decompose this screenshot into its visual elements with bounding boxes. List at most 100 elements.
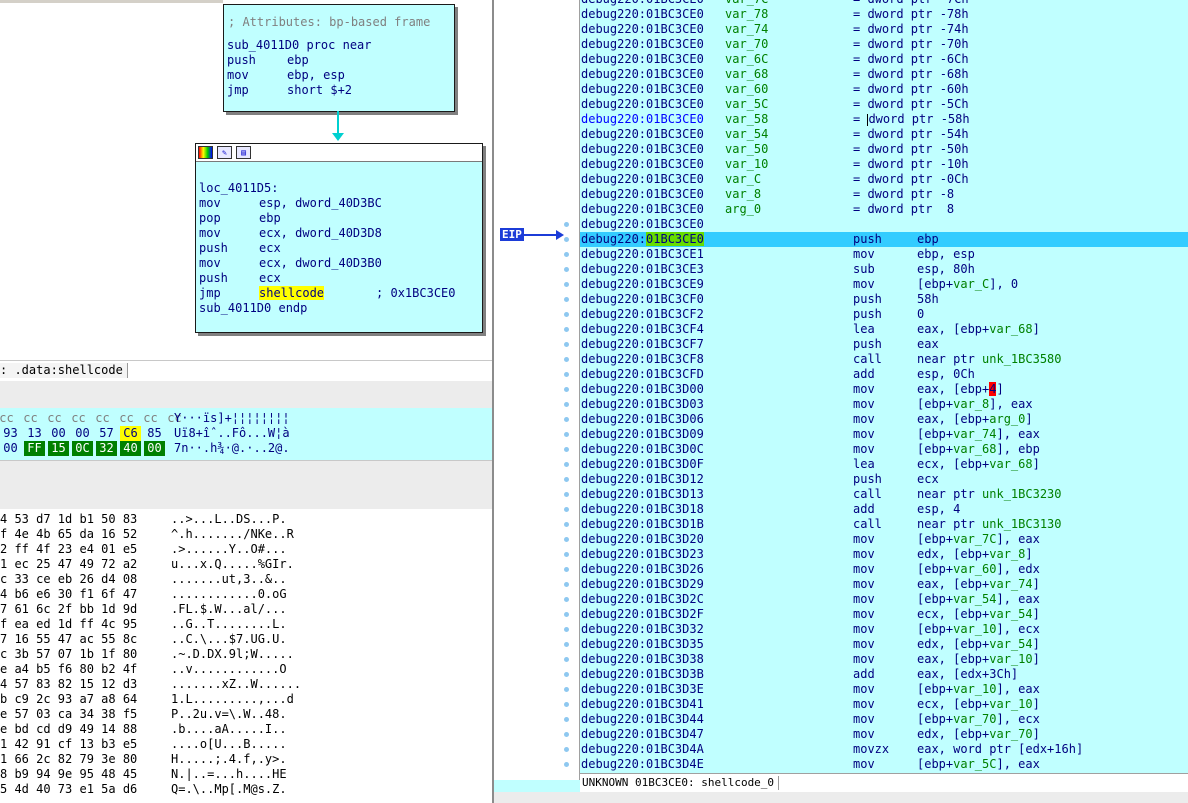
listing-row[interactable]: debug220:01BC3CE3 sub esp, 80h [580, 262, 1188, 277]
hex-byte[interactable]: 13 [24, 426, 45, 441]
breakpoint-dot[interactable] [564, 267, 569, 272]
breakpoint-dot[interactable] [564, 492, 569, 497]
hex-byte[interactable]: 40 [120, 441, 141, 456]
listing-row[interactable]: debug220:01BC3CE0 arg_0 = dword ptr 8 [580, 202, 1188, 217]
listing-row[interactable]: debug220:01BC3D44 mov [ebp+var_70], ecx [580, 712, 1188, 727]
breakpoint-dot[interactable] [564, 327, 569, 332]
breakpoint-dot[interactable] [564, 342, 569, 347]
listing-row[interactable]: debug220:01BC3D41 mov ecx, [ebp+var_10] [580, 697, 1188, 712]
breakpoint-dot[interactable] [564, 282, 569, 287]
listing-row[interactable]: debug220:01BC3CE0 var_54 = dword ptr -54h [580, 127, 1188, 142]
breakpoint-dot[interactable] [564, 717, 569, 722]
breakpoint-dot[interactable] [564, 387, 569, 392]
listing-row[interactable]: debug220:01BC3D47 mov edx, [ebp+var_70] [580, 727, 1188, 742]
breakpoint-dot[interactable] [564, 552, 569, 557]
breakpoint-dot[interactable] [564, 657, 569, 662]
listing[interactable]: debug220:01BC3CE0var_7C= dword ptr -7Ch d… [580, 0, 1188, 772]
listing-row[interactable]: debug220:01BC3D2F mov ecx, [ebp+var_54] [580, 607, 1188, 622]
listing-row[interactable]: debug220:01BC3CE9 mov [ebp+var_C], 0 [580, 277, 1188, 292]
listing-row[interactable]: debug220:01BC3CE0 var_5C = dword ptr -5Ch [580, 97, 1188, 112]
listing-row[interactable]: debug220:01BC3CFD add esp, 0Ch [580, 367, 1188, 382]
stack-variable[interactable]: var_70 [725, 37, 768, 52]
hex-byte[interactable]: 00 [72, 426, 93, 441]
breakpoint-dot[interactable] [564, 537, 569, 542]
breakpoint-dot[interactable] [564, 702, 569, 707]
listing-row[interactable]: debug220:01BC3D29 mov eax, [ebp+var_74] [580, 577, 1188, 592]
stack-variable[interactable]: var_74 [725, 22, 768, 37]
breakpoint-dot[interactable] [564, 597, 569, 602]
breakpoint-dot[interactable] [564, 507, 569, 512]
hex-byte[interactable]: FF [24, 441, 45, 456]
listing-row[interactable]: debug220:01BC3D12 push ecx [580, 472, 1188, 487]
listing-row[interactable]: debug220:01BC3CF7 push eax [580, 337, 1188, 352]
hex-byte[interactable]: 15 [48, 441, 69, 456]
segment-location[interactable]: : .data:shellcode [0, 363, 128, 378]
listing-row[interactable]: debug220:01BC3D20 mov [ebp+var_7C], eax [580, 532, 1188, 547]
listing-row[interactable]: debug220:01BC3D4A movzx eax, word ptr [edx… [580, 742, 1188, 757]
breakpoint-dot[interactable] [564, 252, 569, 257]
hex-byte[interactable]: cc [140, 411, 161, 426]
listing-row[interactable]: debug220:01BC3CE0 [580, 217, 1188, 232]
stack-variable[interactable]: var_58 [725, 112, 768, 127]
listing-row[interactable]: debug220:01BC3D0C mov [ebp+var_68], ebp [580, 442, 1188, 457]
graph-node-sub-4011d0[interactable]: ; Attributes: bp-based frame sub_4011D0 … [223, 4, 455, 112]
edit-node-icon[interactable]: ✎ [217, 146, 232, 159]
stack-variable[interactable]: arg_0 [725, 202, 761, 217]
breakpoint-dot[interactable] [564, 237, 569, 242]
stack-variable[interactable]: var_8 [725, 187, 761, 202]
hex-byte[interactable]: cc [20, 411, 41, 426]
shellcode-link[interactable]: shellcode [259, 286, 325, 300]
breakpoint-dot[interactable] [564, 762, 569, 767]
listing-row[interactable]: debug220:01BC3D4E mov [ebp+var_5C], eax [580, 757, 1188, 772]
listing-row[interactable]: debug220:01BC3D00 mov eax, [ebp+4] [580, 382, 1188, 397]
listing-row[interactable]: debug220:01BC3CF2 push 0 [580, 307, 1188, 322]
breakpoint-dot[interactable] [564, 402, 569, 407]
listing-row[interactable]: debug220:01BC3CE0 var_50 = dword ptr -50h [580, 142, 1188, 157]
stack-variable[interactable]: var_50 [725, 142, 768, 157]
hex-byte[interactable]: 0C [72, 441, 93, 456]
listing-row[interactable]: debug220:01BC3D13 call near ptr unk_1BC323… [580, 487, 1188, 502]
breakpoint-dot[interactable] [564, 477, 569, 482]
listing-row[interactable]: debug220:01BC3CF0 push 58h [580, 292, 1188, 307]
breakpoint-dot[interactable] [564, 462, 569, 467]
hex-byte[interactable]: 93 [0, 426, 21, 441]
breakpoint-dot[interactable] [564, 642, 569, 647]
color-palette-icon[interactable] [198, 146, 213, 159]
listing-row[interactable]: debug220:01BC3CE0 var_10 = dword ptr -10h [580, 157, 1188, 172]
hex-view-shellcode[interactable]: cc cc cc cc cc cc cc cc Y···ïs]+¦¦¦¦¦¦¦¦ 93 13 00 00… [0, 408, 492, 460]
breakpoint-dot[interactable] [564, 297, 569, 302]
listing-row[interactable]: debug220:01BC3D3E mov [ebp+var_10], eax [580, 682, 1188, 697]
listing-row[interactable]: debug220:01BC3D1B call near ptr unk_1BC313… [580, 517, 1188, 532]
breakpoint-dot[interactable] [564, 357, 569, 362]
stack-variable[interactable]: var_6C [725, 52, 768, 67]
hex-byte[interactable]: 32 [96, 441, 117, 456]
listing-row[interactable]: debug220:01BC3CE0 var_68 = dword ptr -68h [580, 67, 1188, 82]
listing-row[interactable]: debug220:01BC3D35 mov edx, [ebp+var_54] [580, 637, 1188, 652]
listing-row[interactable]: debug220:01BC3D18 add esp, 4 [580, 502, 1188, 517]
listing-row[interactable]: debug220:01BC3CE0 var_7C = dword ptr -7Ch [580, 0, 1188, 7]
hex-byte[interactable]: 00 [0, 441, 21, 456]
breakpoint-dot[interactable] [564, 627, 569, 632]
listing-row[interactable]: debug220:01BC3CE0 var_70 = dword ptr -70h [580, 37, 1188, 52]
hex-view-dump[interactable]: 4 53 d7 1d b1 50 83 ..>...L..DS...P. f 4e … [0, 509, 492, 803]
stack-variable[interactable]: var_78 [725, 7, 768, 22]
listing-row[interactable]: debug220:01BC3CE1 mov ebp, esp [580, 247, 1188, 262]
breakpoint-dot[interactable] [564, 522, 569, 527]
hex-byte[interactable]: cc [68, 411, 89, 426]
stack-variable[interactable]: var_54 [725, 127, 768, 142]
hex-byte[interactable]: cc [92, 411, 113, 426]
listing-row[interactable]: debug220:01BC3D32 mov [ebp+var_10], ecx [580, 622, 1188, 637]
listing-row[interactable]: debug220:01BC3CE0 var_6C = dword ptr -6Ch [580, 52, 1188, 67]
listing-row[interactable]: debug220:01BC3CF8 call near ptr unk_1BC358… [580, 352, 1188, 367]
breakpoint-dot[interactable] [564, 747, 569, 752]
graph-view[interactable]: ; Attributes: bp-based frame sub_4011D0 … [0, 0, 492, 360]
stack-variable[interactable]: var_5C [725, 97, 768, 112]
listing-row[interactable]: debug220:01BC3CE0 var_C = dword ptr -0Ch [580, 172, 1188, 187]
breakpoint-dot[interactable] [564, 417, 569, 422]
breakpoint-dot[interactable] [564, 222, 569, 227]
hex-byte[interactable]: cc [116, 411, 137, 426]
hex-byte[interactable]: cc [0, 411, 17, 426]
listing-row[interactable]: debug220:01BC3CE0 var_74 = dword ptr -74h [580, 22, 1188, 37]
group-nodes-icon[interactable]: ▤ [236, 146, 251, 159]
stack-variable[interactable]: var_C [725, 172, 761, 187]
